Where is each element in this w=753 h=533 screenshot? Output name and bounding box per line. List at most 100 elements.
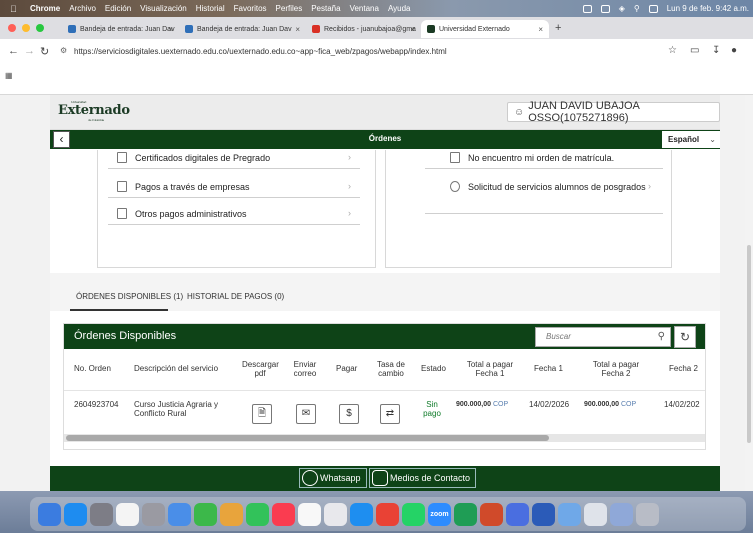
download-icon[interactable]: ↧ — [712, 45, 720, 56]
browser-tab[interactable]: Bandeja de entrada: Juan Dav × — [62, 20, 179, 38]
menu-ventana[interactable]: Ventana — [350, 4, 379, 13]
close-tab-icon[interactable]: × — [295, 25, 300, 34]
whatsapp-icon — [302, 470, 318, 486]
payment-option[interactable]: Otros pagos administrativos — [117, 208, 247, 219]
zoom-icon[interactable]: zoom — [428, 502, 451, 526]
payment-option[interactable]: No encuentro mi orden de matrícula. — [450, 152, 614, 163]
orders-tabs: ÓRDENES DISPONIBLES (1) HISTORIAL DE PAG… — [50, 273, 720, 311]
contact-button[interactable]: Medios de Contacto — [369, 468, 477, 488]
contacts-icon[interactable] — [168, 502, 191, 526]
music-icon[interactable] — [272, 502, 295, 526]
reload-icon[interactable]: ↻ — [40, 45, 49, 58]
menubar-datetime[interactable]: Lun 9 de feb. 9:42 a.m. — [667, 4, 749, 13]
settings-icon[interactable] — [142, 502, 165, 526]
menu-edicion[interactable]: Edición — [105, 4, 131, 13]
search-icon[interactable]: ⚲ — [634, 4, 640, 13]
bookmark-star-icon[interactable]: ☆ — [668, 45, 677, 56]
wifi-icon[interactable]: ◈ — [619, 4, 625, 13]
site-info-icon[interactable]: ⚙ — [60, 46, 67, 55]
control-center-icon[interactable] — [648, 4, 658, 13]
back-icon[interactable]: ← — [8, 45, 19, 57]
word-icon[interactable] — [532, 502, 555, 526]
page-content: Universidad Externado de Colombia ☺ JUAN… — [50, 95, 720, 491]
horizontal-scrollbar[interactable] — [64, 434, 705, 442]
payment-option-label: Otros pagos administrativos — [135, 208, 247, 219]
col-header-pay: Pagar — [336, 364, 358, 373]
trash-icon[interactable] — [636, 502, 659, 526]
tab-title: Universidad Externado — [439, 25, 510, 33]
minimize-window-button[interactable] — [22, 24, 30, 32]
extensions-icon[interactable]: ▭ — [690, 45, 699, 56]
menu-archivo[interactable]: Archivo — [69, 4, 96, 13]
zoom-window-button[interactable] — [36, 24, 44, 32]
apps-grid-icon[interactable]: ▦ — [5, 71, 13, 80]
scrollbar-thumb[interactable] — [747, 245, 751, 443]
status-icon[interactable] — [600, 4, 610, 13]
chrome-icon[interactable] — [376, 502, 399, 526]
powerpoint-icon[interactable] — [480, 502, 503, 526]
close-window-button[interactable] — [8, 24, 16, 32]
close-tab-icon[interactable]: × — [538, 25, 543, 34]
window-preview-icon[interactable] — [610, 502, 633, 526]
whatsapp-button[interactable]: Whatsapp — [299, 468, 367, 488]
apple-icon[interactable]:  — [10, 4, 20, 14]
excel-icon[interactable] — [454, 502, 477, 526]
money-icon: $ — [346, 408, 352, 419]
user-name: JUAN DAVID UBAJOA OSSO(1075271896) — [528, 100, 640, 124]
tab-title: Bandeja de entrada: Juan Dav — [80, 25, 175, 33]
user-menu[interactable]: ☺ JUAN DAVID UBAJOA OSSO(1075271896) — [507, 100, 720, 124]
document-preview-icon[interactable] — [584, 502, 607, 526]
vertical-scrollbar[interactable] — [745, 95, 753, 491]
scrollbar-thumb[interactable] — [66, 435, 549, 441]
reminders-icon[interactable] — [324, 502, 347, 526]
language-value: Español — [668, 135, 700, 144]
menu-ayuda[interactable]: Ayuda — [388, 4, 411, 13]
menu-historial[interactable]: Historial — [196, 4, 225, 13]
whatsapp-dock-icon[interactable] — [402, 502, 425, 526]
payment-option[interactable]: Solicitud de servicios alumnos de posgra… — [450, 181, 646, 192]
status-icon[interactable] — [582, 4, 592, 13]
messages-icon[interactable] — [246, 502, 269, 526]
app-store-icon[interactable] — [64, 502, 87, 526]
menu-pestana[interactable]: Pestaña — [311, 4, 340, 13]
search-icon[interactable]: ⚲ — [658, 328, 665, 346]
facetime-icon[interactable] — [194, 502, 217, 526]
exchange-rate-button[interactable]: ⇄ — [380, 404, 400, 424]
calendar-icon[interactable] — [116, 502, 139, 526]
tab-payment-history[interactable]: HISTORIAL DE PAGOS (0) — [187, 292, 284, 301]
send-email-button[interactable]: ✉ — [296, 404, 316, 424]
downloads-folder-icon[interactable] — [558, 502, 581, 526]
col-header-total1: Total a pagar Fecha 1 — [466, 360, 514, 378]
address-bar[interactable]: https://serviciosdigitales.uexternado.ed… — [74, 47, 447, 56]
calculator-icon[interactable] — [90, 502, 113, 526]
university-logo[interactable]: Universidad Externado de Colombia — [58, 100, 130, 122]
language-select[interactable]: Español ⌄ — [662, 131, 720, 148]
notes-icon[interactable] — [298, 502, 321, 526]
profile-icon[interactable]: ● — [731, 45, 737, 56]
payment-option-label: No encuentro mi orden de matrícula. — [468, 152, 615, 163]
photos-icon[interactable] — [220, 502, 243, 526]
refresh-button[interactable]: ↻ — [674, 326, 696, 348]
safari-icon[interactable] — [350, 502, 373, 526]
finder-icon[interactable] — [38, 502, 61, 526]
menu-visualizacion[interactable]: Visualización — [140, 4, 187, 13]
chevron-right-icon: › — [348, 208, 351, 218]
payment-option[interactable]: Certificados digitales de Pregrado — [117, 152, 270, 163]
payment-option[interactable]: Pagos a través de empresas — [117, 181, 250, 192]
download-pdf-button[interactable]: 🗎 — [252, 404, 272, 424]
new-tab-icon[interactable]: + — [555, 22, 561, 34]
menu-perfiles[interactable]: Perfiles — [276, 4, 303, 13]
tab-available-orders[interactable]: ÓRDENES DISPONIBLES (1) — [76, 292, 183, 301]
menu-chrome[interactable]: Chrome — [30, 4, 60, 13]
forward-icon[interactable]: → — [24, 45, 35, 57]
teams-icon[interactable] — [506, 502, 529, 526]
browser-tab-active[interactable]: Universidad Externado × — [421, 20, 549, 38]
orders-card-header: Órdenes Disponibles Buscar ⚲ ↻ — [64, 324, 705, 349]
browser-tab[interactable]: Recibidos - juanubajoa@gma × — [306, 20, 421, 38]
menu-favoritos[interactable]: Favoritos — [234, 4, 267, 13]
search-input[interactable]: Buscar ⚲ — [535, 327, 671, 347]
pay-button[interactable]: $ — [339, 404, 359, 424]
browser-tab[interactable]: Bandeja de entrada: Juan Dav × — [179, 20, 306, 38]
close-tab-icon[interactable]: × — [168, 25, 173, 34]
close-tab-icon[interactable]: × — [410, 25, 415, 34]
